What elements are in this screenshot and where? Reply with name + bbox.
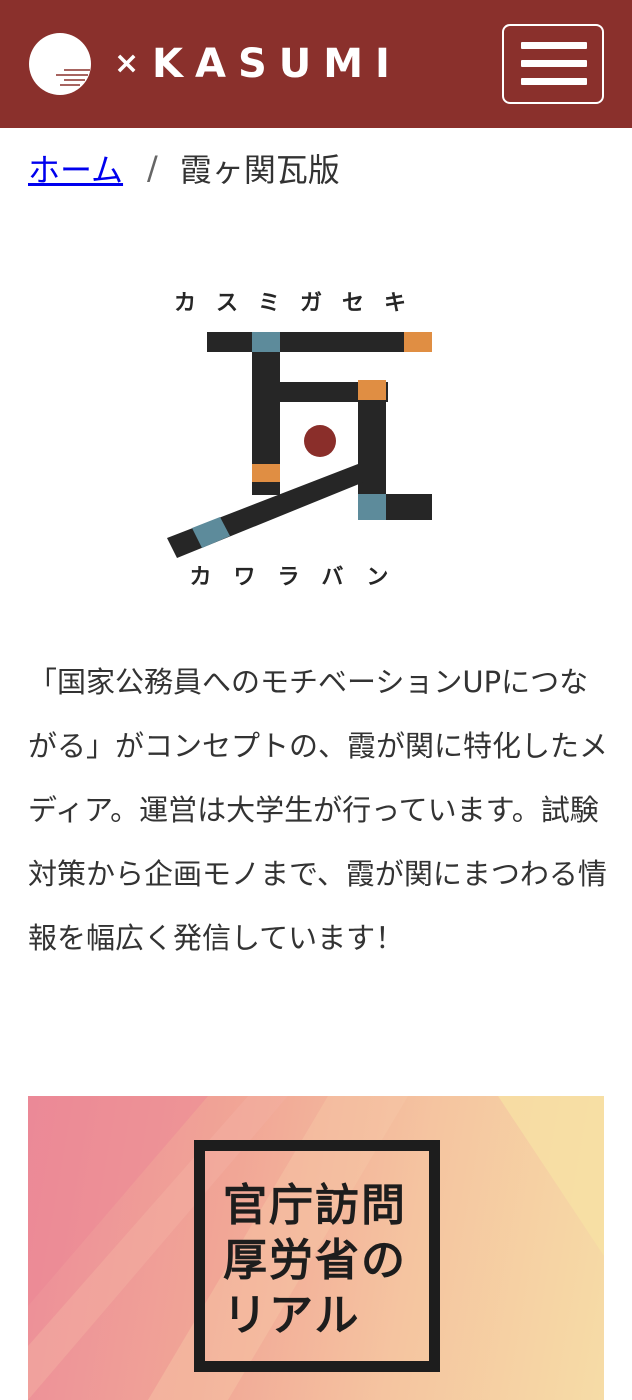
banner-line-1: 官庁訪問 xyxy=(223,1180,407,1231)
menu-bar-icon xyxy=(521,42,587,49)
menu-bar-icon xyxy=(521,78,587,85)
brand-x: × xyxy=(114,46,140,81)
banner-line-3: リアル xyxy=(223,1290,361,1341)
menu-bar-icon xyxy=(521,60,587,67)
site-header: × KASUMI xyxy=(0,0,632,128)
logo-bottom-text: カワラバン xyxy=(190,565,411,590)
breadcrumb: ホーム / 霞ヶ関瓦版 xyxy=(28,146,340,190)
breadcrumb-current: 霞ヶ関瓦版 xyxy=(179,151,340,189)
brand-name[interactable]: KASUMI xyxy=(152,40,402,88)
banner-title-box: 官庁訪問 厚労省の リアル xyxy=(194,1140,440,1372)
banner-line-2: 厚労省の xyxy=(223,1235,407,1286)
article-banner[interactable]: 官庁訪問 厚労省の リアル xyxy=(28,1096,604,1400)
menu-button[interactable] xyxy=(502,24,604,104)
kawaraban-logo: カスミガセキ カワラバン xyxy=(167,291,432,590)
kasumi-logo-icon[interactable] xyxy=(28,32,92,96)
breadcrumb-separator: / xyxy=(147,149,158,187)
site-description: 「国家公務員へのモチベーションUPにつながる」がコンセプトの、霞が関に特化したメ… xyxy=(28,665,609,955)
breadcrumb-home-link[interactable]: ホーム xyxy=(28,145,123,191)
logo-top-text: カスミガセキ xyxy=(174,291,426,316)
